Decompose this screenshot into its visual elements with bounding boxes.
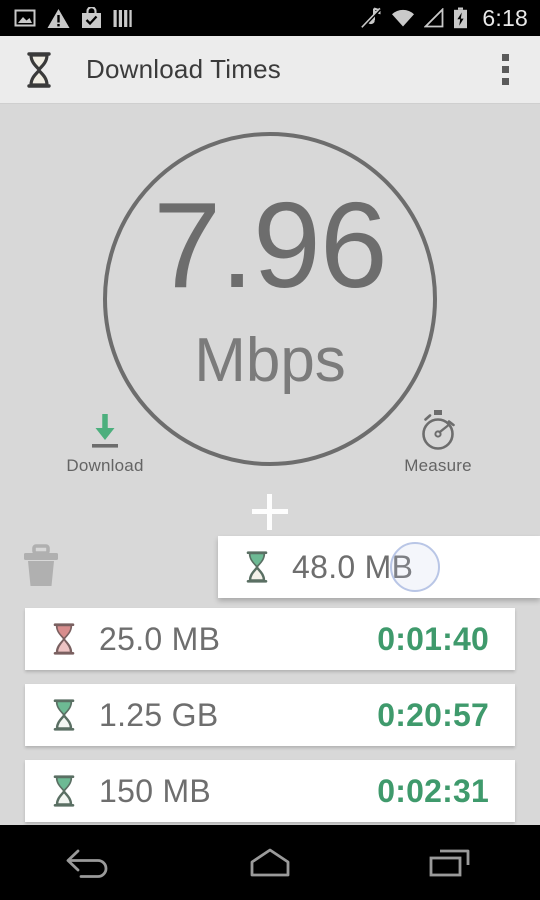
- play-store-icon: [82, 7, 101, 28]
- app-bar: Download Times: [0, 36, 540, 104]
- status-icons-right: 6:18: [360, 4, 528, 31]
- download-button-label: Download: [66, 456, 144, 475]
- plus-icon[interactable]: [252, 494, 288, 530]
- entry-time: 0:20:57: [377, 696, 489, 733]
- download-button[interactable]: Download: [45, 408, 165, 476]
- entry-list: 25.0 MB 0:01:40 1.25 GB 0:20:57 150 MB 0…: [0, 608, 540, 836]
- main-content: 7.96 Mbps Download Measure 48.0 MB 25.0 …: [0, 104, 540, 825]
- entry-time: 0:01:40: [377, 620, 489, 657]
- entry-time: 0:02:31: [377, 772, 489, 809]
- measure-button-label: Measure: [404, 456, 472, 475]
- entry-size: 25.0 MB: [99, 620, 221, 657]
- status-clock: 6:18: [482, 4, 528, 31]
- table-row[interactable]: 25.0 MB 0:01:40: [25, 608, 515, 670]
- recents-icon[interactable]: [395, 825, 505, 900]
- hourglass-icon: [53, 623, 75, 655]
- overflow-menu-icon[interactable]: [492, 50, 518, 90]
- dragged-entry-card[interactable]: 48.0 MB: [218, 536, 540, 598]
- table-row[interactable]: 1.25 GB 0:20:57: [25, 684, 515, 746]
- touch-ripple: [390, 542, 440, 592]
- hourglass-icon: [53, 699, 75, 731]
- back-icon[interactable]: [35, 825, 145, 900]
- wifi-icon: [392, 9, 415, 27]
- trash-icon[interactable]: [18, 542, 64, 590]
- stopwatch-icon: [378, 408, 498, 454]
- table-row[interactable]: 150 MB 0:02:31: [25, 760, 515, 822]
- navigation-bar: [0, 825, 540, 900]
- page-title: Download Times: [86, 54, 281, 84]
- measure-button[interactable]: Measure: [378, 408, 498, 476]
- bars-icon: [113, 9, 132, 27]
- hourglass-icon: [53, 775, 75, 807]
- status-bar: 6:18: [0, 0, 540, 36]
- home-icon[interactable]: [215, 825, 325, 900]
- signal-icon: [424, 8, 444, 28]
- warning-icon: [47, 8, 70, 28]
- hourglass-icon: [27, 51, 51, 88]
- status-icons-left: [14, 7, 132, 29]
- entry-size: 1.25 GB: [99, 696, 219, 733]
- speed-value: 7.96: [153, 177, 387, 313]
- download-arrow-icon: [45, 408, 165, 454]
- hourglass-icon: [246, 551, 268, 583]
- entry-size: 150 MB: [99, 772, 212, 809]
- mute-icon: [361, 7, 382, 29]
- battery-charging-icon: [454, 7, 468, 29]
- photo-icon: [14, 9, 36, 27]
- speed-unit: Mbps: [194, 326, 346, 395]
